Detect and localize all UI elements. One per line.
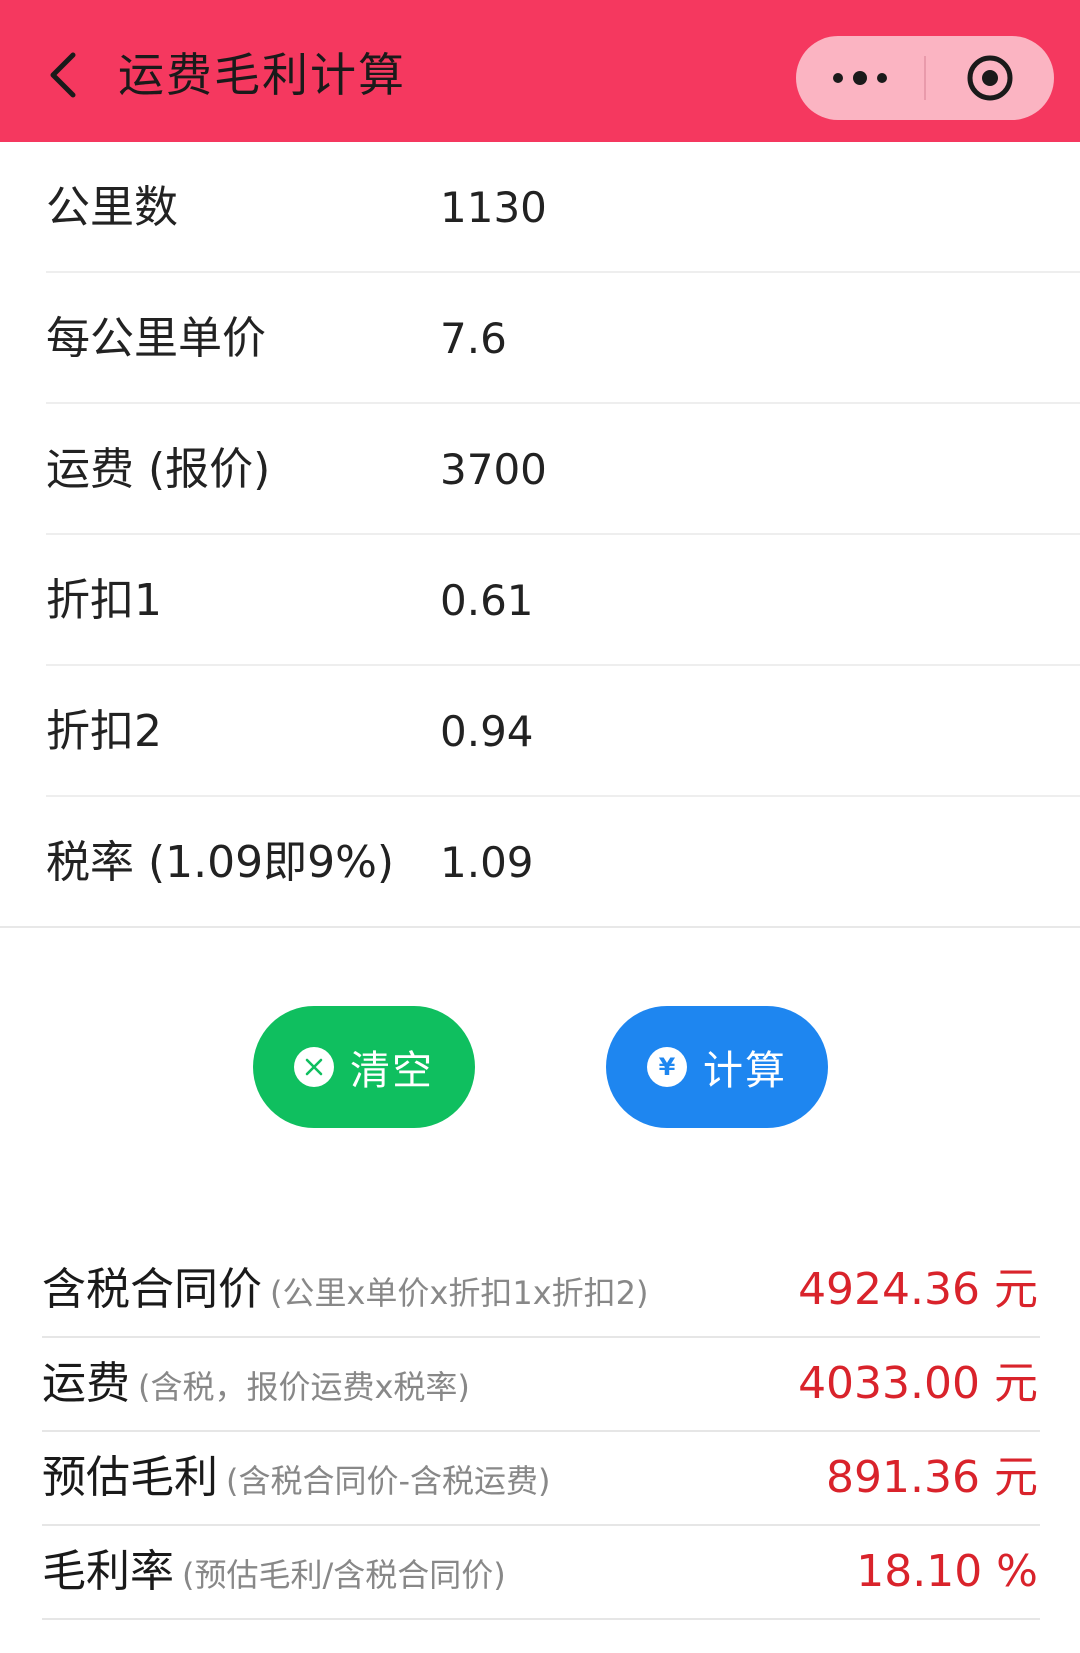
clear-button-label: 清空 — [350, 1048, 434, 1094]
result-row-profit-margin: 毛利率 (预估毛利/含税合同价) 18.10 % — [42, 1526, 1040, 1620]
result-row-freight-with-tax: 运费 (含税，报价运费x税率) 4033.00 元 — [42, 1338, 1040, 1432]
discount-2-input[interactable] — [440, 696, 1000, 766]
chevron-left-icon — [50, 52, 76, 98]
tax-rate-input[interactable] — [440, 827, 1000, 897]
freight-quote-label: 运费 (报价) — [46, 444, 271, 495]
input-form: 公里数 每公里单价 运费 (报价) 折扣1 折扣2 税率 (1.09即9%) — [0, 142, 1080, 928]
unit-price-input[interactable] — [440, 303, 1000, 373]
form-row-unit-price: 每公里单价 — [46, 273, 1080, 404]
clear-button[interactable]: 清空 — [253, 1006, 475, 1128]
freight-with-tax-name: 运费 — [42, 1358, 130, 1409]
form-row-distance: 公里数 — [46, 142, 1080, 273]
calculate-button-label: 计算 — [703, 1048, 787, 1094]
distance-label: 公里数 — [46, 182, 178, 233]
more-button[interactable] — [796, 36, 924, 120]
close-mini-program-button[interactable] — [926, 36, 1054, 120]
result-row-contract-price: 含税合同价 (公里x单价x折扣1x折扣2) 4924.36 元 — [42, 1244, 1040, 1338]
results-list: 含税合同价 (公里x单价x折扣1x折扣2) 4924.36 元 运费 (含税，报价运… — [42, 1244, 1040, 1620]
profit-margin-formula: (预估毛利/含税合同价) — [182, 1556, 506, 1594]
page-title: 运费毛利计算 — [118, 48, 406, 102]
calculate-button[interactable]: ¥ 计算 — [606, 1006, 828, 1128]
result-row-estimated-profit: 预估毛利 (含税合同价-含税运费) 891.36 元 — [42, 1432, 1040, 1526]
tax-rate-label: 税率 (1.09即9%) — [46, 837, 395, 888]
yen-glyph: ¥ — [658, 1053, 676, 1081]
close-circle-icon — [294, 1047, 334, 1087]
mini-program-capsule — [796, 36, 1054, 120]
estimated-profit-name: 预估毛利 — [42, 1452, 218, 1503]
profit-margin-value: 18.10 % — [856, 1546, 1038, 1597]
back-button[interactable] — [36, 44, 88, 106]
estimated-profit-value: 891.36 元 — [826, 1452, 1038, 1503]
contract-price-name: 含税合同价 — [42, 1264, 262, 1315]
form-row-discount-2: 折扣2 — [46, 666, 1080, 797]
yen-icon: ¥ — [647, 1047, 687, 1087]
freight-quote-input[interactable] — [440, 434, 1000, 504]
profit-margin-name: 毛利率 — [42, 1546, 174, 1597]
more-dots-icon — [833, 71, 887, 85]
discount-1-label: 折扣1 — [46, 575, 162, 626]
distance-input[interactable] — [440, 172, 1000, 242]
freight-with-tax-formula: (含税，报价运费x税率) — [138, 1368, 470, 1406]
form-row-freight-quote: 运费 (报价) — [46, 404, 1080, 535]
estimated-profit-formula: (含税合同价-含税运费) — [226, 1462, 551, 1500]
freight-with-tax-value: 4033.00 元 — [798, 1358, 1038, 1409]
form-row-tax-rate: 税率 (1.09即9%) — [0, 797, 1080, 928]
form-row-discount-1: 折扣1 — [46, 535, 1080, 666]
contract-price-value: 4924.36 元 — [798, 1264, 1038, 1315]
unit-price-label: 每公里单价 — [46, 313, 266, 364]
navigation-bar: 运费毛利计算 — [0, 0, 1080, 142]
contract-price-formula: (公里x单价x折扣1x折扣2) — [270, 1274, 649, 1312]
target-circle-icon — [967, 55, 1013, 101]
discount-1-input[interactable] — [440, 565, 1000, 635]
discount-2-label: 折扣2 — [46, 706, 162, 757]
